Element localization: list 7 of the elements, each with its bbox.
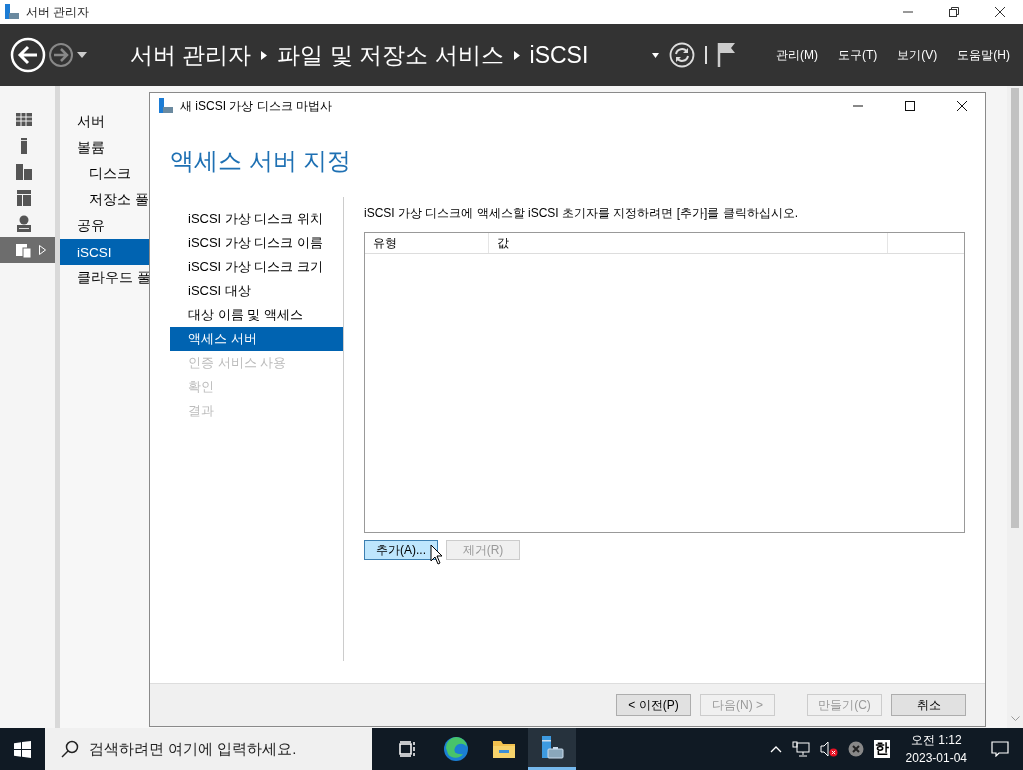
page-heading: 액세스 서버 지정 [170, 146, 353, 176]
wizard-step: 확인 [170, 375, 343, 399]
wizard-step: 인증 서비스 사용 [170, 351, 343, 375]
instruction-text: iSCSI 가상 디스크에 액세스할 iSCSI 초기자를 지정하려면 [추가]를 클릭하십시오. [364, 205, 800, 222]
wizard-step: 결과 [170, 399, 343, 423]
window-title: 서버 관리자 [26, 3, 91, 21]
dialog-title: 새 iSCSI 가상 디스크 마법사 [180, 97, 333, 115]
